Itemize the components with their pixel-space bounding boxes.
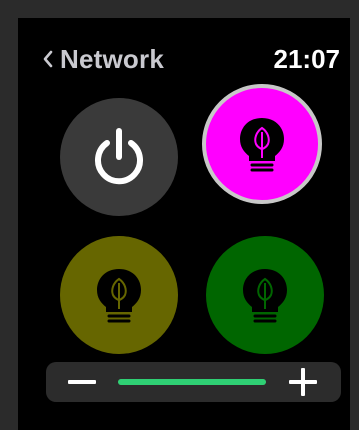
watch-screen: Network 21:07 [18, 18, 350, 430]
lightbulb-leaf-icon [243, 269, 287, 323]
power-button[interactable] [60, 98, 178, 216]
lightbulb-leaf-icon [240, 118, 284, 172]
bulb-magenta-button[interactable] [202, 84, 322, 204]
slider-track[interactable] [118, 379, 266, 385]
status-bar: Network 21:07 [18, 18, 350, 96]
plus-icon[interactable] [289, 368, 317, 396]
bulb-green-button[interactable] [206, 236, 324, 354]
minus-icon[interactable] [68, 380, 96, 384]
clock-time: 21:07 [273, 44, 341, 74]
slider-fill [118, 379, 266, 385]
power-icon [95, 128, 143, 185]
bulb-olive-button[interactable] [60, 236, 178, 354]
lightbulb-leaf-icon [97, 269, 141, 323]
back-label: Network [60, 43, 164, 74]
brightness-slider[interactable] [46, 362, 341, 402]
chevron-left-icon [43, 50, 53, 68]
back-button[interactable]: Network [42, 42, 164, 76]
